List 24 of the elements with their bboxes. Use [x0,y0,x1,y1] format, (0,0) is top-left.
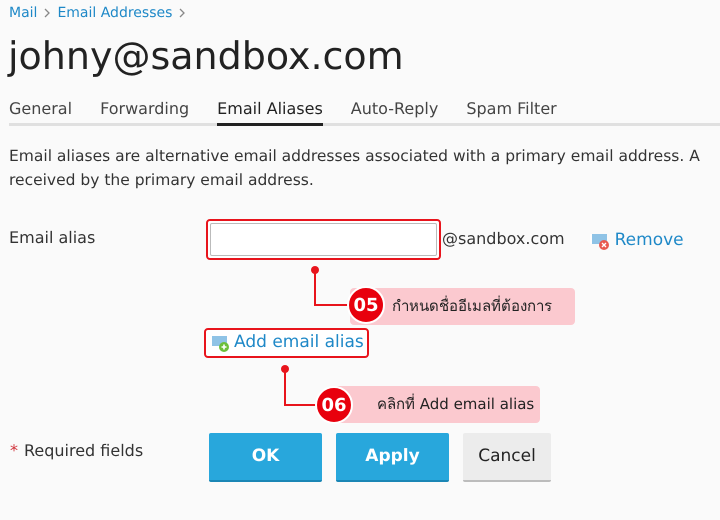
breadcrumb-link[interactable]: Email Addresses [57,2,172,24]
leader-line [281,365,318,407]
description-text: received by the primary email address. [9,170,315,191]
remove-icon [588,232,611,250]
leader-line [311,266,350,307]
breadcrumb-link[interactable]: Mail [9,2,38,24]
form-button[interactable]: Cancel [463,433,551,482]
field-label: Email alias [8,227,96,249]
chevron-icon [43,7,52,19]
domain-suffix: @sandbox.com [442,228,565,250]
add-icon [209,334,231,352]
description-text: Email aliases are alternative email addresses associated with a primary email address. A [9,146,701,167]
step-badge: 06 [315,386,353,424]
remove-link[interactable]: Remove [588,228,684,254]
add-alias-link[interactable]: Add email alias [209,330,364,356]
tab[interactable]: Spam Filter [466,94,557,126]
tab[interactable]: General [9,94,72,126]
chevron-icon [178,7,186,19]
required-mark: * [10,440,18,462]
required-note: Required fields [24,440,144,462]
tab[interactable]: Auto-Reply [350,94,438,126]
tab[interactable]: Forwarding [100,94,190,126]
tab[interactable]: Email Aliases [217,94,323,126]
page-title: johny@sandbox.com [6,33,405,80]
